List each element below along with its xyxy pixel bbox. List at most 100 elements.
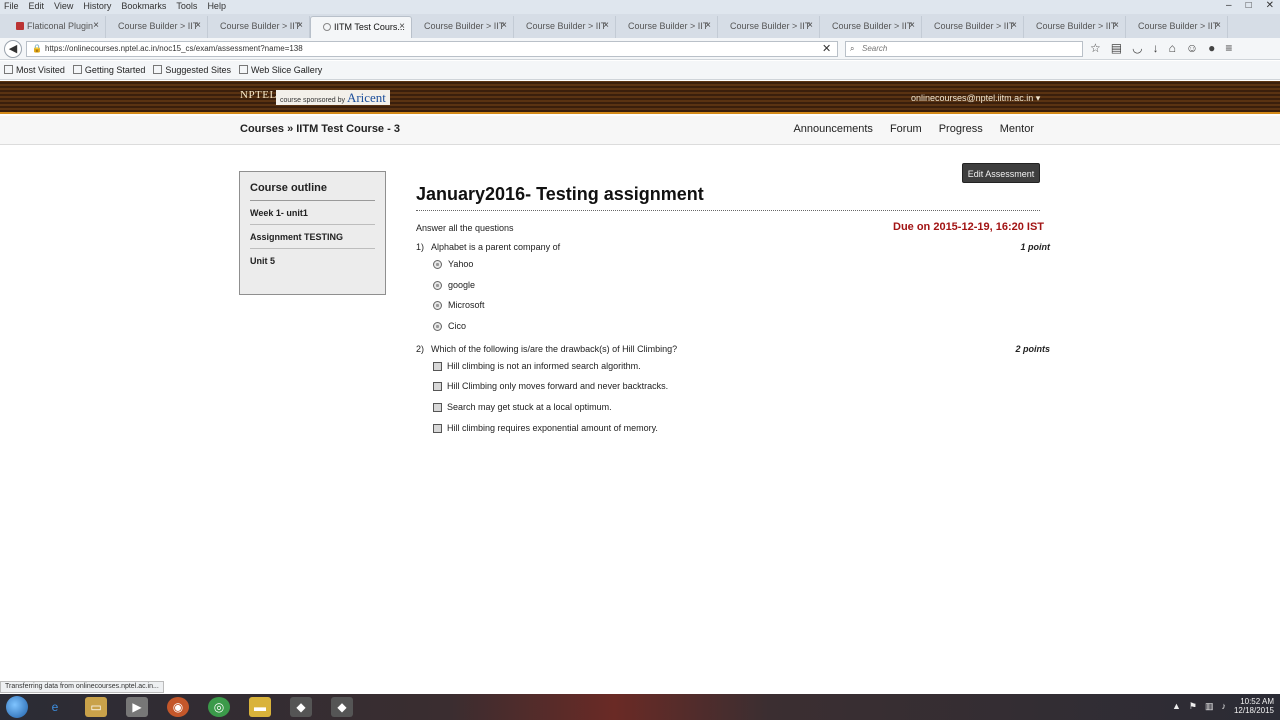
menu-file[interactable]: File (4, 1, 19, 11)
checkbox[interactable] (433, 361, 442, 371)
tab-7[interactable]: Course Builder > IIT × (718, 16, 820, 38)
tab-9[interactable]: Course Builder > IIT × (922, 16, 1024, 38)
home-icon[interactable]: ⌂ (1169, 41, 1176, 55)
menu-tools[interactable]: Tools (176, 1, 197, 11)
radio-button[interactable] (433, 321, 442, 331)
tab-2[interactable]: Course Builder > IIT × (208, 16, 310, 38)
bookmark-getting-started[interactable]: Getting Started (72, 65, 145, 75)
file-explorer-icon[interactable]: ▭ (85, 697, 107, 717)
tab-close-icon[interactable]: × (501, 20, 507, 31)
menu-bookmarks[interactable]: Bookmarks (121, 1, 166, 11)
tab-4[interactable]: Course Builder > IIT × (412, 16, 514, 38)
tab-close-icon[interactable]: × (93, 20, 99, 31)
windows-start-icon[interactable] (6, 696, 28, 718)
tab-0[interactable]: Flaticonal Plugin × (4, 16, 106, 38)
download-icon[interactable]: ↓ (1153, 41, 1159, 55)
search-input[interactable]: ⌕ Search (845, 41, 1083, 57)
bookmark-most-visited[interactable]: Most Visited (4, 65, 65, 75)
outline-item-assignment[interactable]: Assignment TESTING (250, 225, 375, 249)
menu-help[interactable]: Help (207, 1, 226, 11)
chat-icon[interactable]: ☺ (1186, 41, 1198, 55)
sponsor-banner: course sponsored by Aricent (276, 90, 390, 105)
user-menu[interactable]: onlinecourses@nptel.iitm.ac.in ▾ (911, 93, 1040, 104)
bookmark-star-icon[interactable]: ☆ (1090, 41, 1101, 55)
course-outline: Course outline Week 1- unit1 Assignment … (239, 171, 386, 295)
nav-forum[interactable]: Forum (890, 123, 922, 135)
page-icon (153, 65, 163, 74)
q1-option-google[interactable]: google (433, 280, 475, 290)
pocket-icon[interactable]: ◡ (1132, 41, 1142, 55)
radio-button[interactable] (433, 300, 442, 310)
maximize-icon[interactable]: □ (1246, 0, 1252, 11)
hamburger-menu-icon[interactable]: ≡ (1225, 41, 1232, 55)
lock-icon: 🔒 (32, 44, 42, 53)
tab-close-icon[interactable]: × (297, 20, 303, 31)
tab-close-icon[interactable]: × (1215, 20, 1221, 31)
q2-option-2[interactable]: Hill Climbing only moves forward and nev… (433, 381, 668, 391)
q2-option-4[interactable]: Hill climbing requires exponential amoun… (433, 423, 658, 433)
tray-arrow-icon[interactable]: ▲ (1172, 701, 1181, 711)
menu-history[interactable]: History (83, 1, 111, 11)
volume-icon[interactable]: ♪ (1221, 701, 1226, 711)
tab-close-icon[interactable]: × (603, 20, 609, 31)
taskbar: e ▭ ▶ ◉ ◎ ▬ ◆ ◆ ▲ ⚑ ▥ ♪ 10:52 AM 12/18/2… (0, 694, 1280, 720)
media-player-icon[interactable]: ▶ (126, 697, 148, 717)
tab-10[interactable]: Course Builder > IIT × (1024, 16, 1126, 38)
q2-option-1[interactable]: Hill climbing is not an informed search … (433, 361, 641, 371)
minimize-icon[interactable]: – (1226, 0, 1232, 11)
q1-option-yahoo[interactable]: Yahoo (433, 259, 473, 269)
tab-close-icon[interactable]: × (807, 20, 813, 31)
tab-5[interactable]: Course Builder > IIT × (514, 16, 616, 38)
network-icon[interactable]: ▥ (1205, 701, 1214, 712)
tab-close-icon[interactable]: × (909, 20, 915, 31)
back-arrow-icon[interactable]: ◀ (4, 40, 22, 58)
tab-1[interactable]: Course Builder > IIT × (106, 16, 208, 38)
folder-icon[interactable]: ▬ (249, 697, 271, 717)
internet-explorer-icon[interactable]: e (44, 697, 66, 717)
menu-view[interactable]: View (54, 1, 73, 11)
tab-close-icon[interactable]: × (195, 20, 201, 31)
close-window-icon[interactable]: ✕ (1266, 0, 1274, 11)
tab-strip: Flaticonal Plugin × Course Builder > IIT ×… (0, 14, 1280, 38)
outline-item-week1[interactable]: Week 1- unit1 (250, 201, 375, 225)
window-controls: – □ ✕ (1226, 0, 1274, 11)
flag-icon[interactable]: ⚑ (1189, 701, 1197, 712)
tab-active[interactable]: IITM Test Cours... × (310, 16, 412, 38)
app-icon[interactable]: ◆ (290, 697, 312, 717)
tab-8[interactable]: Course Builder > IIT × (820, 16, 922, 38)
menu-edit[interactable]: Edit (29, 1, 45, 11)
checkbox[interactable] (433, 402, 442, 412)
tab-close-icon[interactable]: × (1113, 20, 1119, 31)
nptel-logo[interactable]: NPTEL (240, 89, 277, 101)
nav-announcements[interactable]: Announcements (793, 123, 873, 135)
radio-button[interactable] (433, 259, 442, 269)
page-icon (238, 65, 248, 74)
outline-item-unit5[interactable]: Unit 5 (250, 249, 375, 272)
checkbox[interactable] (433, 381, 442, 391)
q1-option-cico[interactable]: Cico (433, 321, 466, 331)
tab-close-icon[interactable]: × (399, 21, 405, 32)
q1-option-microsoft[interactable]: Microsoft (433, 300, 485, 310)
app-icon[interactable]: ◆ (331, 697, 353, 717)
nav-mentor[interactable]: Mentor (1000, 123, 1034, 135)
checkbox[interactable] (433, 423, 442, 433)
url-bar[interactable]: 🔒 https://onlinecourses.nptel.ac.in/noc1… (26, 41, 838, 57)
tab-close-icon[interactable]: × (1011, 20, 1017, 31)
tab-11[interactable]: Course Builder > IIT × (1126, 16, 1228, 38)
bookmark-suggested-sites[interactable]: Suggested Sites (153, 65, 231, 75)
url-text: https://onlinecourses.nptel.ac.in/noc15_… (45, 44, 303, 53)
chrome-icon[interactable]: ◎ (208, 697, 230, 717)
tab-6[interactable]: Course Builder > IIT × (616, 16, 718, 38)
tab-close-icon[interactable]: × (705, 20, 711, 31)
nav-progress[interactable]: Progress (939, 123, 983, 135)
bookmark-web-slice-gallery[interactable]: Web Slice Gallery (238, 65, 322, 75)
firefox-icon[interactable]: ◉ (167, 697, 189, 717)
edit-assessment-button[interactable]: Edit Assessment (962, 163, 1040, 183)
radio-button[interactable] (433, 280, 442, 290)
breadcrumb[interactable]: Courses » IITM Test Course - 3 (240, 123, 400, 135)
clock[interactable]: 10:52 AM 12/18/2015 (1234, 697, 1274, 715)
q2-option-3[interactable]: Search may get stuck at a local optimum. (433, 402, 612, 412)
stop-icon[interactable]: ✕ (822, 42, 831, 55)
addon-icon[interactable]: ● (1208, 41, 1215, 55)
reading-list-icon[interactable]: ▤ (1111, 41, 1122, 55)
